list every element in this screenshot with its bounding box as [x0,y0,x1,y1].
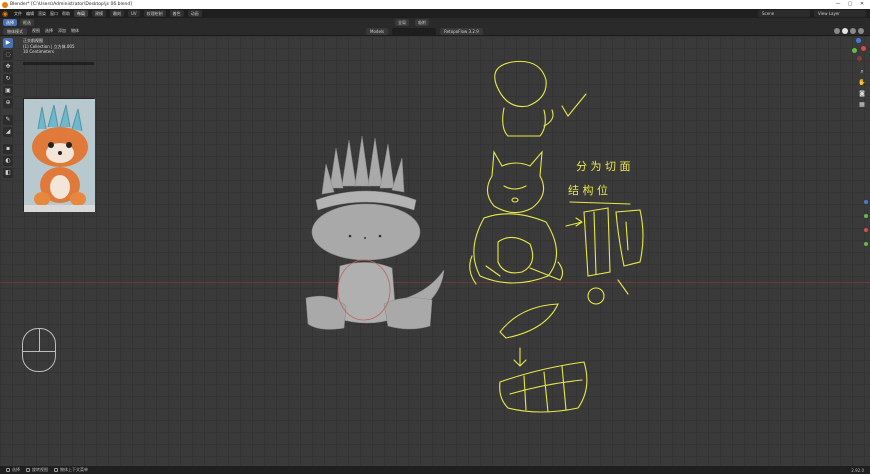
menu-add[interactable]: 添加 [58,28,66,34]
sketch-note-line1: 分 为 切 面 [576,160,631,173]
menu-object[interactable]: 物体 [71,28,79,34]
mouse-input-indicator [22,328,56,372]
tool-header: 选择 框选 全局 吸附 [0,18,870,27]
workspace-tab-shading[interactable]: 着色 [169,10,184,17]
menu-file[interactable]: 文件 [14,11,22,17]
menu-view[interactable]: 视图 [32,28,40,34]
3d-viewport[interactable]: 分 为 切 面 结 构 位 [0,36,870,466]
transform-icon[interactable]: ⊕ [3,98,13,108]
move-icon[interactable]: ✥ [3,62,13,72]
add-cube-icon[interactable]: ▪ [3,144,13,154]
menu-help[interactable]: 帮助 [62,11,70,17]
rendered-shading-icon[interactable] [858,28,864,34]
addon-controls: Models RetopoFlow 3.2.9 [366,27,483,35]
zoom-icon[interactable]: ⌕ [858,68,866,76]
workspace-tab-sculpting[interactable]: 雕刻 [110,10,124,17]
wireframe-shading-icon[interactable] [834,28,840,34]
maximize-button[interactable]: ▢ [844,0,856,9]
gizmo-x-icon[interactable] [861,46,866,51]
window-controls: — ▢ ✕ [832,0,868,9]
window-titlebar: Blender* [C:\Users\Administrator\Desktop… [0,0,870,9]
menu-render[interactable]: 渲染 [38,11,46,17]
window-title: Blender* [C:\Users\Administrator\Desktop… [10,2,132,7]
mouse-right-icon [54,468,58,472]
status-rotate-view: 旋转视图 [26,467,48,473]
measure-icon[interactable]: ◢ [3,127,13,137]
blue-dot-icon [864,200,868,204]
reference-image[interactable] [23,98,95,212]
gizmo-neg-x-icon[interactable] [857,56,862,61]
annotation-sketch: 分 为 切 面 结 构 位 [469,60,644,413]
shrink-icon[interactable]: ◐ [3,156,13,166]
retopoflow-dropdown[interactable]: RetopoFlow 3.2.9 [440,27,483,35]
workspace-tab-layout[interactable]: 布局 [74,10,88,17]
red-dot-icon [864,228,868,232]
viewport-drawing: 分 为 切 面 结 构 位 [305,60,644,413]
material-shading-icon[interactable] [850,28,856,34]
blender-version: 2.92.0 [851,467,864,473]
navigation-gizmo[interactable] [852,38,866,68]
sketch-note-line2: 结 构 位 [568,183,608,197]
navigation-buttons: ⌕ ✋ ◙ ▦ [858,68,866,109]
solid-shading-icon[interactable] [842,28,848,34]
box-select-button[interactable]: 框选 [20,19,34,26]
gizmo-z-icon[interactable] [856,38,861,43]
shading-modes [834,28,864,34]
select-tool-button[interactable]: 选择 [3,19,17,26]
grid-unit: 10 Centimeters [23,49,54,54]
edit-icon[interactable]: ◧ [3,168,13,178]
transform-controls: 全局 吸附 [392,19,429,26]
scale-icon[interactable]: ▣ [3,86,13,96]
viewport-info: 正交前视图 (1) Collection | 立方体.005 10 Centim… [23,38,75,55]
menu-edit[interactable]: 编辑 [26,11,34,17]
scene-selectors: Scene View Layer [758,10,866,17]
select-box-icon[interactable]: ◌ [3,50,13,60]
status-bar: 选择 旋转视图 物体上下文菜单 2.92.0 [0,466,870,474]
rotate-icon[interactable]: ↻ [3,74,13,84]
scene-field[interactable]: Scene [758,10,810,17]
minimize-button[interactable]: — [832,0,844,9]
status-select: 选择 [6,467,20,473]
grid-view-icon[interactable]: ▦ [858,101,866,109]
blender-app-icon [2,1,8,8]
fox-3d-model [305,135,445,330]
cursor-icon[interactable]: ▶ [3,38,13,48]
reference-image-header [23,62,94,65]
snap-toggle[interactable]: 吸附 [415,19,429,26]
workspace-tab-texture-paint[interactable]: 纹理绘制 [143,10,166,17]
blender-logo-icon[interactable]: ◉ [2,10,10,18]
close-button[interactable]: ✕ [856,0,868,9]
green-dot-icon-2 [864,242,868,246]
view-layer-field[interactable]: View Layer [814,10,866,17]
mouse-left-icon [6,468,10,472]
addon-search-input[interactable] [392,27,437,35]
viewport-header: 物体模式 视图 选择 添加 物体 Models RetopoFlow 3.2.9 [0,27,870,36]
mode-dropdown[interactable]: 物体模式 [3,27,27,35]
green-dot-icon [864,214,868,218]
fox-toy-photo [24,99,95,212]
transform-orientation-dropdown[interactable]: 全局 [395,19,409,26]
workspace-tab-modeling[interactable]: 建模 [92,10,106,17]
right-edge-indicators [864,200,868,246]
camera-icon[interactable]: ◙ [858,90,866,98]
pan-hand-icon[interactable]: ✋ [858,79,866,87]
gizmo-y-icon[interactable] [852,48,857,53]
top-menubar: ◉ 文件 编辑 渲染 窗口 帮助 布局 建模 雕刻 UV 纹理绘制 着色 动画 … [0,9,870,18]
mouse-middle-icon [26,468,30,472]
menu-select[interactable]: 选择 [45,28,53,34]
workspace-tab-animation[interactable]: 动画 [187,10,202,17]
status-context-menu: 物体上下文菜单 [54,467,88,473]
menu-window[interactable]: 窗口 [50,11,58,17]
left-toolbar: ▶ ◌ ✥ ↻ ▣ ⊕ ✎ ◢ ▪ ◐ ◧ [3,38,14,178]
workspace-tab-uv[interactable]: UV [128,10,140,17]
models-dropdown[interactable]: Models [366,27,389,35]
annotate-icon[interactable]: ✎ [3,115,13,125]
